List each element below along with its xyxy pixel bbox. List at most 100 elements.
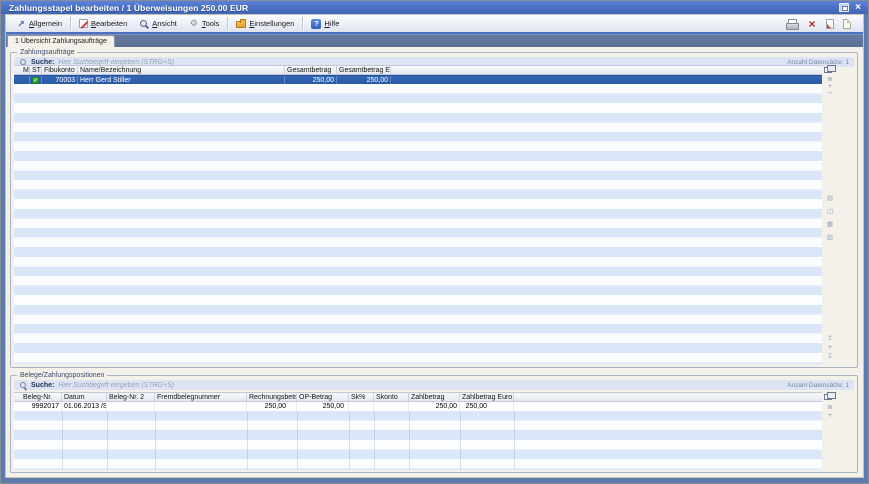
col-header-filler xyxy=(391,66,822,74)
cell-datum: 01.06.2013 /Sa xyxy=(62,402,107,412)
cell-zahlbetrag: 250,00 xyxy=(409,402,460,412)
empty-rows-area xyxy=(14,411,822,470)
col-header-name[interactable]: Name/Bezeichnung xyxy=(78,66,285,74)
payments-table: M ST Fibukonto Name/Bezeichnung Gesamtbe… xyxy=(14,65,822,364)
toolbar-right xyxy=(786,19,851,29)
menu-allgemein[interactable]: Allgemein xyxy=(10,16,68,31)
payments-table-header: M ST Fibukonto Name/Bezeichnung Gesamtbe… xyxy=(14,65,822,75)
menu-bearbeiten[interactable]: Bearbeiten xyxy=(73,16,133,31)
window-title: Zahlungsstapel bearbeiten / 1 Überweisun… xyxy=(9,3,248,13)
close-window-icon[interactable]: × xyxy=(853,3,863,12)
column-gridline xyxy=(374,411,375,470)
search-label: Suche: xyxy=(31,382,54,389)
restore-window-icon[interactable] xyxy=(839,3,849,12)
col-header-m[interactable]: M xyxy=(14,66,30,74)
edit-icon xyxy=(79,19,88,28)
cell-status xyxy=(30,76,42,85)
column-gridline xyxy=(514,411,515,470)
remove-row-icon[interactable]: − xyxy=(824,90,836,97)
column-gridline xyxy=(460,411,461,470)
cell-op-betrag: 250,00 xyxy=(297,402,349,412)
cell-beleg-nr-2 xyxy=(107,402,155,412)
menu-ansicht[interactable]: Ansicht xyxy=(133,16,183,31)
tools-gear-icon xyxy=(189,19,199,29)
col-header-zahlbetrag[interactable]: Zahlbetrag xyxy=(409,393,460,401)
green-ok-icon xyxy=(32,77,39,84)
app-window: Zahlungsstapel bearbeiten / 1 Überweisun… xyxy=(0,0,869,484)
search-input-lower[interactable] xyxy=(58,381,783,390)
scroll-top-icon[interactable]: ≣ xyxy=(824,404,836,411)
col-header-filler xyxy=(514,393,822,401)
document-row[interactable]: 9992017 01.06.2013 /Sa 250,00 250,00 250… xyxy=(14,402,822,412)
menu-separator xyxy=(227,17,228,30)
menubar: Allgemein Bearbeiten Ansicht Tools Einst… xyxy=(6,15,863,32)
col-header-fremdbelegnummer[interactable]: Fremdbelegnummer xyxy=(155,393,247,401)
search-icon xyxy=(19,381,27,389)
tabstrip: 1 Übersicht Zahlungsaufträge xyxy=(6,34,863,47)
col-header-sk-prozent[interactable]: Sk% xyxy=(349,393,374,401)
menu-tools[interactable]: Tools xyxy=(183,16,226,31)
col-header-beleg-nr-2[interactable]: Beleg-Nr. 2 xyxy=(107,393,155,401)
col-header-beleg-nr[interactable]: Beleg-Nr. xyxy=(14,393,62,401)
menu-separator xyxy=(302,17,303,30)
help-icon xyxy=(311,19,321,29)
col-header-datum[interactable]: Datum xyxy=(62,393,107,401)
group-belege-zahlungspositionen: Belege/Zahlungspositionen Suche: Anzahl … xyxy=(10,375,858,473)
cell-fremdbelegnummer xyxy=(155,402,247,412)
titlebar: Zahlungsstapel bearbeiten / 1 Überweisun… xyxy=(1,1,868,14)
menu-hilfe[interactable]: Hilfe xyxy=(305,16,345,31)
search-bar-lower: Suche: Anzahl Datensätze: 1 xyxy=(14,380,854,390)
cell-fibukonto: 70003 xyxy=(42,76,78,85)
col-header-fibukonto[interactable]: Fibukonto xyxy=(42,66,78,74)
column-gridline xyxy=(349,411,350,470)
cell-name: Herr Gerd Stiller xyxy=(78,76,285,85)
cell-beleg-nr: 9992017 xyxy=(14,402,62,412)
window-frame: Allgemein Bearbeiten Ansicht Tools Einst… xyxy=(5,14,864,478)
cell-gesamtbetrag-euro: 250,00 xyxy=(337,76,391,85)
group-title: Zahlungsaufträge xyxy=(17,48,77,57)
empty-rows-area xyxy=(14,84,822,364)
print-icon[interactable] xyxy=(786,20,798,29)
menu-einstellungen[interactable]: Einstellungen xyxy=(230,16,300,31)
payment-row-selected[interactable]: 70003 Herr Gerd Stiller 250,00 250,00 xyxy=(14,75,822,85)
documents-table-header: Beleg-Nr. Datum Beleg-Nr. 2 Fremdbelegnu… xyxy=(14,392,822,402)
col-header-gesamtbetrag-euro[interactable]: Gesamtbetrag Euro xyxy=(337,66,391,74)
main-content: Zahlungsaufträge Suche: Anzahl Datensätz… xyxy=(6,47,863,477)
cell-gesamtbetrag: 250,00 xyxy=(285,76,337,85)
add-icon[interactable]: + xyxy=(824,344,836,351)
verify-document-icon[interactable] xyxy=(826,19,834,29)
column-gridline xyxy=(247,411,248,470)
group-zahlungsauftraege: Zahlungsaufträge Suche: Anzahl Datensätz… xyxy=(10,52,858,368)
column-chooser-icon[interactable] xyxy=(824,67,832,73)
cell-zahlbetrag-euro: 250,00 xyxy=(460,402,514,412)
column-gridline xyxy=(409,411,410,470)
col-header-op-betrag[interactable]: OP-Betrag xyxy=(297,393,349,401)
view-detail-icon[interactable]: ◫ xyxy=(824,208,836,215)
view-sum-icon[interactable]: ▥ xyxy=(824,234,836,241)
cell-rechnungsbetrag: 250,00 xyxy=(247,402,297,412)
cell-filler xyxy=(391,76,822,85)
view-magnifier-icon xyxy=(139,19,149,29)
settings-toolbox-icon xyxy=(236,21,246,28)
group-title: Belege/Zahlungspositionen xyxy=(17,371,107,380)
col-header-zahlbetrag-euro[interactable]: Zahlbetrag Euro xyxy=(460,393,514,401)
new-document-icon[interactable] xyxy=(843,19,851,29)
tab-uebersicht-zahlungsauftraege[interactable]: 1 Übersicht Zahlungsaufträge xyxy=(7,35,115,47)
column-chooser-icon[interactable] xyxy=(824,394,832,400)
column-gridline xyxy=(155,411,156,470)
delete-icon[interactable] xyxy=(807,19,817,29)
col-header-gesamtbetrag[interactable]: Gesamtbetrag xyxy=(285,66,337,74)
col-header-st[interactable]: ST xyxy=(30,66,42,74)
col-header-skonto[interactable]: Skonto xyxy=(374,393,409,401)
goto-first-icon[interactable]: ↥ xyxy=(824,335,836,342)
cell-marker xyxy=(14,76,30,85)
col-header-rechnungsbetrag[interactable]: Rechnungsbetrag xyxy=(247,393,297,401)
goto-last-icon[interactable]: ↧ xyxy=(824,353,836,360)
column-gridline xyxy=(107,411,108,470)
view-grid-icon[interactable]: ▦ xyxy=(824,221,836,228)
arrow-up-right-icon xyxy=(16,19,26,29)
cell-skonto xyxy=(374,402,409,412)
cell-sk-prozent xyxy=(349,402,374,412)
add-row-icon[interactable]: + xyxy=(824,412,836,419)
view-card-icon[interactable]: ▤ xyxy=(824,195,836,202)
